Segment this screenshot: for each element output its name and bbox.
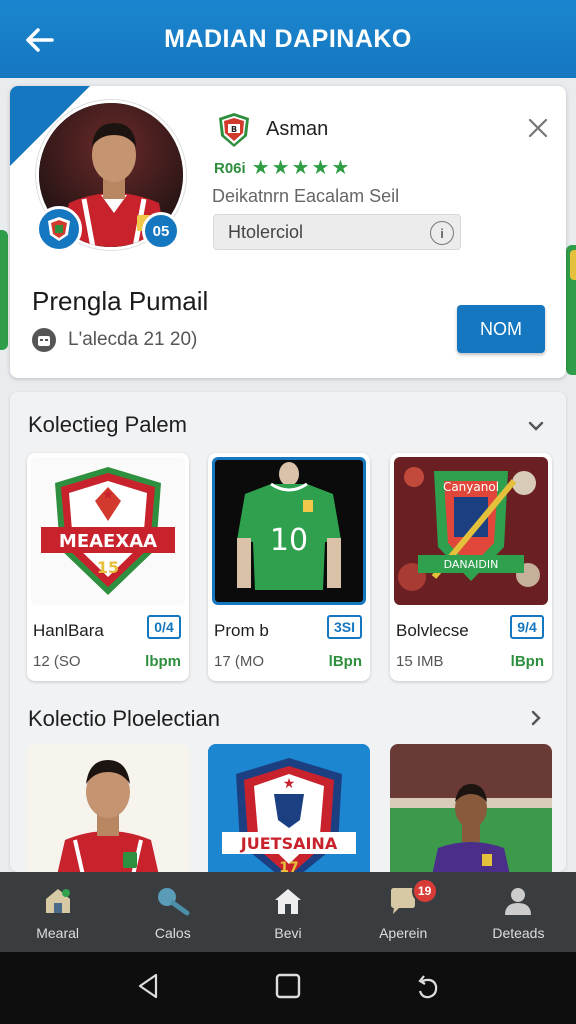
back-arrow-icon[interactable] <box>22 22 58 58</box>
star-icon: ★ <box>251 157 270 179</box>
star-icon: ★ <box>311 157 330 179</box>
chevron-right-icon[interactable] <box>526 708 546 728</box>
card-badge: 3SI <box>326 615 362 639</box>
side-accent <box>0 230 8 350</box>
number-badge: 05 <box>142 212 180 250</box>
date-text: L'alecda 21 20) <box>68 329 198 350</box>
profile-card: 05 B Asman R06i ★ ★ ★ ★ ★ Deikatnrn Eaca… <box>10 86 566 378</box>
collection-card[interactable]: 10 Prom b 3SI 17 (MO lBpn <box>208 453 370 681</box>
card-status: lbpm <box>145 653 181 670</box>
search-key-icon <box>155 883 191 919</box>
card-art-text: Canyanol <box>443 480 499 494</box>
back-triangle-icon[interactable] <box>134 971 164 1006</box>
notification-badge: 19 <box>411 878 438 904</box>
nav-label: Mearal <box>36 925 79 941</box>
side-accent <box>570 250 576 280</box>
nav-label: Aperein <box>379 925 428 941</box>
card-image <box>390 744 552 872</box>
card-badge: 9/4 <box>510 615 544 639</box>
bottom-nav: Mearal Calos Bevi 19 Aperein Deteads <box>0 872 576 952</box>
collection-card[interactable] <box>27 744 189 872</box>
info-icon[interactable]: i <box>430 221 454 245</box>
card-art-text: 10 <box>270 523 308 558</box>
nav-item-mearal[interactable]: Mearal <box>0 872 115 952</box>
profile-subtitle: Deikatnrn Eacalam Seil <box>212 186 400 206</box>
app-title: MADIAN DAPINAKO <box>164 24 412 53</box>
card-badge: 0/4 <box>147 615 181 639</box>
nav-item-aperein[interactable]: 19 Aperein <box>346 872 461 952</box>
card-status: lBpn <box>510 653 544 670</box>
star-icon: ★ <box>331 157 350 179</box>
user-icon <box>500 883 536 919</box>
collection-card[interactable]: ★ MEAEXAA 15 HanlBara 0/4 12 (SO lbpm <box>27 453 189 681</box>
collections-panel: Kolectieg Palem ★ MEAEXAA 15 HanlBara 0/… <box>10 392 566 872</box>
date-row: L'alecda 21 20) <box>32 328 197 352</box>
svg-text:B: B <box>231 125 237 134</box>
profile-search-input[interactable]: Htolerciol i <box>213 214 461 250</box>
rating-value: R06i <box>214 159 246 177</box>
nom-button[interactable]: NOM <box>457 305 545 353</box>
close-icon[interactable] <box>524 114 552 142</box>
card-title: Bolvlecse <box>396 621 469 640</box>
rating-row: R06i ★ ★ ★ ★ ★ <box>214 158 349 178</box>
card-size: 15 IMB <box>396 653 444 670</box>
collection-card[interactable]: Canyanol DANAIDIN Bolvlecse 9/4 15 IMB l… <box>390 453 552 681</box>
search-value: Htolerciol <box>228 221 304 242</box>
nav-label: Deteads <box>492 925 545 941</box>
collection-card[interactable] <box>390 744 552 872</box>
svg-text:★: ★ <box>102 487 115 503</box>
star-icon: ★ <box>291 157 310 179</box>
card-art-subtext: 17 <box>279 860 298 872</box>
card-title: Prom b <box>214 621 269 640</box>
card-status: lBpn <box>328 653 362 670</box>
card-image: 10 <box>212 457 366 605</box>
section-title: Kolectio Ploelectian <box>28 706 221 731</box>
nav-item-calos[interactable]: Calos <box>115 872 230 952</box>
club-badge-icon <box>36 206 82 252</box>
app-bar: MADIAN DAPINAKO <box>0 0 576 78</box>
home-icon <box>40 883 76 919</box>
card-image <box>27 744 189 872</box>
club-crest-icon: B <box>216 112 252 148</box>
card-art-text: MEAEXAA <box>59 531 157 552</box>
calendar-icon <box>32 328 56 352</box>
card-title: HanlBara <box>33 621 104 640</box>
nav-item-bevi[interactable]: Bevi <box>230 872 345 952</box>
card-art-subtext: DANAIDIN <box>444 558 499 571</box>
card-size: 12 (SO <box>33 653 81 670</box>
card-image: ★ JUETSAINA 17 <box>208 744 370 872</box>
home-square-icon[interactable] <box>273 971 303 1006</box>
nav-label: Bevi <box>274 925 302 941</box>
star-icon: ★ <box>271 157 290 179</box>
card-art-subtext: 15 <box>97 558 119 577</box>
nav-item-deteads[interactable]: Deteads <box>461 872 576 952</box>
collection-card[interactable]: ★ JUETSAINA 17 <box>208 744 370 872</box>
chevron-down-icon[interactable] <box>526 416 546 436</box>
club-name: Asman <box>266 118 329 140</box>
card-size: 17 (MO <box>214 653 265 670</box>
card-art-text: JUETSAINA <box>240 834 338 853</box>
section-title: Kolectieg Palem <box>28 412 187 437</box>
player-name: Prengla Pumail <box>32 286 209 316</box>
nav-label: Calos <box>154 925 191 941</box>
card-image: Canyanol DANAIDIN <box>394 457 548 605</box>
svg-text:★: ★ <box>283 776 296 792</box>
house-icon <box>270 883 306 919</box>
system-nav-bar <box>0 952 576 1024</box>
rotate-icon[interactable] <box>412 971 442 1006</box>
card-image: ★ MEAEXAA 15 <box>31 457 185 605</box>
